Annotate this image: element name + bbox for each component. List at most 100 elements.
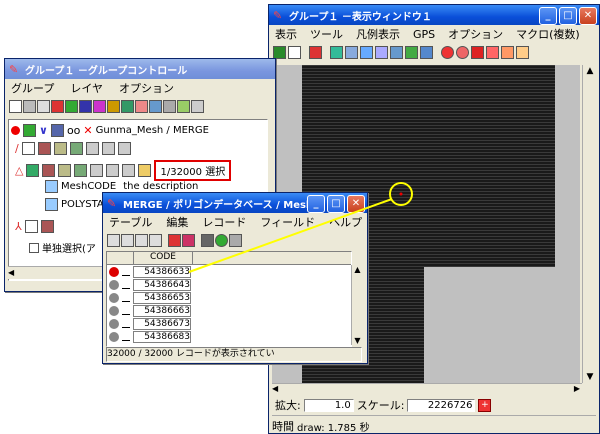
table-icon[interactable]: [40, 220, 54, 233]
record-code[interactable]: 54386633: [133, 265, 191, 278]
maximize-button[interactable]: □: [559, 7, 577, 25]
mid-icon[interactable]: [101, 142, 115, 155]
check-icon[interactable]: ∨: [39, 124, 48, 137]
table-vscroll[interactable]: ▲ ▼: [351, 265, 363, 345]
menu-options[interactable]: オプション: [448, 26, 503, 42]
record-code[interactable]: 54386683: [133, 330, 191, 343]
zoom-full-icon[interactable]: [390, 45, 403, 59]
sort-desc-icon[interactable]: [121, 233, 134, 247]
zoom-box-icon[interactable]: [375, 45, 388, 59]
record-selected-icon[interactable]: [109, 266, 119, 277]
menu-group-options[interactable]: オプション: [119, 80, 174, 96]
select-icon[interactable]: [26, 164, 40, 177]
layer-row[interactable]: ∨ oo ✕ Gunma_Mesh / MERGE: [11, 124, 209, 137]
record-unselected-icon[interactable]: [109, 305, 119, 316]
redraw-icon[interactable]: [273, 45, 286, 59]
record-unselected-icon[interactable]: [109, 331, 119, 342]
new-group-icon[interactable]: [9, 99, 22, 113]
add-database-icon[interactable]: [135, 99, 148, 113]
open-group-icon[interactable]: [23, 99, 36, 113]
mesh-icon[interactable]: [420, 45, 433, 59]
select-region-icon[interactable]: [486, 45, 499, 59]
layer-db-icon[interactable]: [50, 124, 64, 137]
record-code[interactable]: 54386643: [133, 278, 191, 291]
menu-group[interactable]: グループ: [11, 80, 54, 96]
layer-manager-icon[interactable]: [177, 99, 190, 113]
record-row[interactable]: 54386633: [107, 265, 351, 278]
label-icon[interactable]: [69, 142, 83, 155]
zoom-in-icon[interactable]: [330, 45, 343, 59]
close-button[interactable]: ✕: [347, 195, 365, 213]
zoom-out-icon[interactable]: [360, 45, 373, 59]
fit-icon[interactable]: [288, 45, 301, 59]
display-window-titlebar[interactable]: ✎ グループ１ －表示ウィンドウ１ _ □ ✕: [269, 5, 599, 25]
add-raster-icon[interactable]: [65, 99, 78, 113]
label-icon[interactable]: [74, 164, 88, 177]
menu-record[interactable]: レコード: [202, 214, 246, 230]
menu-table[interactable]: テーブル: [109, 214, 152, 230]
select-arrow-icon[interactable]: [471, 45, 484, 59]
menu-tools[interactable]: ツール: [310, 26, 343, 42]
map-vscroll[interactable]: ▲ ▼: [582, 65, 597, 383]
menu-layer[interactable]: レイヤ: [70, 80, 103, 96]
grid-icon[interactable]: [405, 45, 418, 59]
prev-icon[interactable]: [85, 142, 99, 155]
record-row[interactable]: 54386673: [107, 317, 351, 330]
close-button[interactable]: ✕: [579, 7, 597, 25]
add-shape-icon[interactable]: [93, 99, 106, 113]
select-icon[interactable]: [21, 142, 35, 155]
record-row[interactable]: 54386663: [107, 304, 351, 317]
record-row[interactable]: 54386643: [107, 278, 351, 291]
pan-icon[interactable]: [309, 45, 322, 59]
search-icon[interactable]: [441, 45, 454, 59]
next-icon[interactable]: [117, 142, 131, 155]
record-unselected-icon[interactable]: [109, 318, 119, 329]
measure-icon[interactable]: [501, 45, 514, 59]
table-icon[interactable]: [42, 164, 56, 177]
menu-field[interactable]: フィールド: [260, 214, 315, 230]
single-select-row[interactable]: 単独選択(ア: [29, 240, 96, 255]
zoom-field[interactable]: 1.0: [303, 398, 354, 412]
maximize-button[interactable]: □: [327, 195, 345, 213]
layer-settings-icon[interactable]: [191, 99, 204, 113]
select-icon[interactable]: [24, 220, 38, 233]
export-icon[interactable]: [229, 233, 242, 247]
mid-icon[interactable]: [106, 164, 120, 177]
column-header-code[interactable]: CODE: [133, 252, 193, 264]
search-alt-icon[interactable]: [456, 45, 469, 59]
record-code[interactable]: 54386673: [133, 317, 191, 330]
add-map-icon[interactable]: [149, 99, 162, 113]
minimize-button[interactable]: _: [307, 195, 325, 213]
add-layer-icon[interactable]: [51, 99, 64, 113]
scale-plus-icon[interactable]: +: [478, 398, 492, 412]
add-text-icon[interactable]: [163, 99, 176, 113]
style-icon[interactable]: [53, 142, 67, 155]
menu-legend[interactable]: 凡例表示: [356, 26, 400, 42]
add-vector-icon[interactable]: [79, 99, 92, 113]
menu-view[interactable]: 表示: [275, 26, 297, 42]
table-view-icon[interactable]: [201, 233, 214, 247]
query-icon[interactable]: [135, 233, 148, 247]
single-select-checkbox[interactable]: [29, 242, 39, 253]
sort-asc-icon[interactable]: [107, 233, 120, 247]
prev-icon[interactable]: [90, 164, 104, 177]
menu-gps[interactable]: GPS: [413, 28, 435, 41]
menu-edit[interactable]: 編集: [166, 214, 188, 230]
record-unselected-icon[interactable]: [109, 292, 119, 303]
menu-help[interactable]: ヘルプ: [329, 214, 362, 230]
table-window-titlebar[interactable]: ✎ MERGE / ポリゴンデータベース / Mesh... _ □ ✕: [103, 193, 367, 213]
record-unselected-icon[interactable]: [109, 279, 119, 290]
info-icon[interactable]: [516, 45, 529, 59]
record-code[interactable]: 54386653: [133, 291, 191, 304]
layer-visible-icon[interactable]: [11, 126, 20, 135]
binoculars-icon[interactable]: oo: [67, 124, 80, 137]
filter-icon[interactable]: [149, 233, 162, 247]
add-cad-icon[interactable]: [107, 99, 120, 113]
style-icon[interactable]: [58, 164, 72, 177]
save-group-icon[interactable]: [37, 99, 50, 113]
record-row[interactable]: 54386653: [107, 291, 351, 304]
menu-macro[interactable]: マクロ(複数): [516, 26, 580, 42]
add-tin-icon[interactable]: [121, 99, 134, 113]
table-icon[interactable]: [37, 142, 51, 155]
link-icon[interactable]: [215, 233, 228, 247]
